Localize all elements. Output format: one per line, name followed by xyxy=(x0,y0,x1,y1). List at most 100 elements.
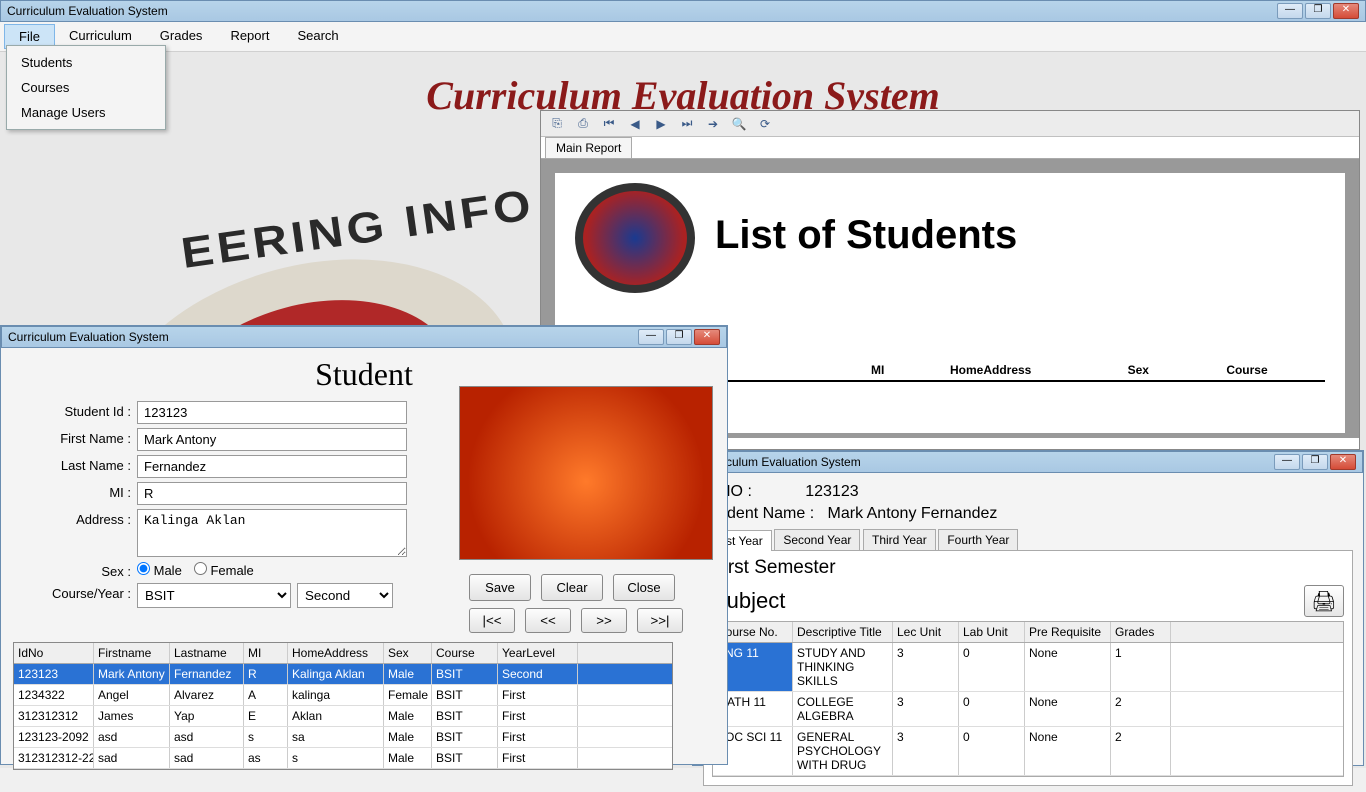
main-window-title: Curriculum Evaluation System xyxy=(7,4,168,18)
clear-button[interactable]: Clear xyxy=(541,574,603,601)
student-window: Curriculum Evaluation System — ❐ ✕ Stude… xyxy=(0,325,728,765)
label-last-name: Last Name : xyxy=(1,455,137,473)
student-titlebar: Curriculum Evaluation System — ❐ ✕ xyxy=(1,326,727,348)
table-row[interactable]: MATH 11COLLEGE ALGEBRA30None2 xyxy=(713,692,1343,727)
col-mi: MI xyxy=(871,363,950,377)
mi-field[interactable] xyxy=(137,482,407,505)
print-button[interactable]: 🖨 xyxy=(1304,585,1344,617)
find-icon[interactable]: 🔍 xyxy=(731,116,747,132)
hdr-course: Course xyxy=(432,643,498,663)
first-name-field[interactable] xyxy=(137,428,407,451)
student-id-field[interactable] xyxy=(137,401,407,424)
label-course-year: Course/Year : xyxy=(1,583,137,601)
sh-lab: Lab Unit xyxy=(959,622,1025,642)
hdr-mi: MI xyxy=(244,643,288,663)
col-sex: Sex xyxy=(1128,363,1227,377)
subject-window: Curriculum Evaluation System — ❐ ✕ IDNO … xyxy=(692,450,1364,766)
subject-close-button[interactable]: ✕ xyxy=(1330,454,1356,470)
student-maximize-button[interactable]: ❐ xyxy=(666,329,692,345)
menubar: File Curriculum Grades Report Search xyxy=(0,22,1366,52)
hdr-idno: IdNo xyxy=(14,643,94,663)
menu-courses[interactable]: Courses xyxy=(7,75,165,100)
save-button[interactable]: Save xyxy=(469,574,531,601)
label-sex: Sex : xyxy=(1,561,137,579)
table-row[interactable]: 312312312-22sadsadassMaleBSITFirst xyxy=(14,748,672,769)
report-logo xyxy=(575,183,695,293)
nav-next-icon[interactable]: ▶ xyxy=(653,116,669,132)
goto-icon[interactable]: ➔ xyxy=(705,116,721,132)
report-tab-main[interactable]: Main Report xyxy=(545,137,632,158)
table-row[interactable]: ENG 11STUDY AND THINKING SKILLS30None1 xyxy=(713,643,1343,692)
student-grid-header: IdNo Firstname Lastname MI HomeAddress S… xyxy=(14,643,672,664)
radio-male[interactable] xyxy=(137,562,150,575)
hdr-firstname: Firstname xyxy=(94,643,170,663)
table-row[interactable]: SOC SCI 11GENERAL PSYCHOLOGY WITH DRUG30… xyxy=(713,727,1343,776)
table-row[interactable]: 312312312JamesYapEAklanMaleBSITFirst xyxy=(14,706,672,727)
hdr-lastname: Lastname xyxy=(170,643,244,663)
hdr-sex: Sex xyxy=(384,643,432,663)
col-homeaddress: HomeAddress xyxy=(950,363,1128,377)
tab-second-year[interactable]: Second Year xyxy=(774,529,860,550)
nav-last-button[interactable]: >>| xyxy=(637,608,683,633)
maximize-button[interactable]: ❐ xyxy=(1305,3,1331,19)
student-photo xyxy=(459,386,713,560)
label-student-id: Student Id : xyxy=(1,401,137,419)
tab-fourth-year[interactable]: Fourth Year xyxy=(938,529,1018,550)
label-mi: MI : xyxy=(1,482,137,500)
subject-grid[interactable]: Course No. Descriptive Title Lec Unit La… xyxy=(712,621,1344,777)
label-first-name: First Name : xyxy=(1,428,137,446)
subject-maximize-button[interactable]: ❐ xyxy=(1302,454,1328,470)
tab-third-year[interactable]: Third Year xyxy=(863,529,936,550)
menu-students[interactable]: Students xyxy=(7,50,165,75)
sh-prereq: Pre Requisite xyxy=(1025,622,1111,642)
report-toolbar: ⎘ ⎙ ⏮ ◀ ▶ ⏭ ➔ 🔍 ⟳ xyxy=(541,111,1359,137)
refresh-icon[interactable]: ⟳ xyxy=(757,116,773,132)
main-titlebar: Curriculum Evaluation System — ❐ ✕ xyxy=(0,0,1366,22)
last-name-field[interactable] xyxy=(137,455,407,478)
radio-female-label: Female xyxy=(210,563,253,578)
radio-female[interactable] xyxy=(194,562,207,575)
student-close-button[interactable]: ✕ xyxy=(694,329,720,345)
student-minimize-button[interactable]: — xyxy=(638,329,664,345)
menu-manage-users[interactable]: Manage Users xyxy=(7,100,165,125)
student-grid[interactable]: IdNo Firstname Lastname MI HomeAddress S… xyxy=(13,642,673,770)
hdr-yearlevel: YearLevel xyxy=(498,643,578,663)
semester-box: First Semester Subject 🖨 Course No. Desc… xyxy=(703,551,1353,786)
sh-lec: Lec Unit xyxy=(893,622,959,642)
export-icon[interactable]: ⎘ xyxy=(549,116,565,132)
nav-last-icon[interactable]: ⏭ xyxy=(679,116,695,132)
menu-search[interactable]: Search xyxy=(283,24,352,49)
printer-icon: 🖨 xyxy=(1311,591,1336,613)
nav-prev-icon[interactable]: ◀ xyxy=(627,116,643,132)
subject-grid-header: Course No. Descriptive Title Lec Unit La… xyxy=(713,622,1343,643)
table-row[interactable]: 1234322AngelAlvarezAkalingaFemaleBSITFir… xyxy=(14,685,672,706)
year-tabs: First Year Second Year Third Year Fourth… xyxy=(703,529,1353,551)
nav-first-icon[interactable]: ⏮ xyxy=(601,116,617,132)
nav-next-button[interactable]: >> xyxy=(581,608,627,633)
print-icon[interactable]: ⎙ xyxy=(575,116,591,132)
radio-male-label: Male xyxy=(154,563,182,578)
hdr-homeaddress: HomeAddress xyxy=(288,643,384,663)
sh-grades: Grades xyxy=(1111,622,1171,642)
student-name-value: Mark Antony Fernandez xyxy=(828,505,998,522)
label-address: Address : xyxy=(1,509,137,527)
subject-minimize-button[interactable]: — xyxy=(1274,454,1300,470)
nav-first-button[interactable]: |<< xyxy=(469,608,515,633)
menu-report[interactable]: Report xyxy=(216,24,283,49)
semester-title: First Semester xyxy=(712,555,1344,585)
year-combo[interactable]: Second xyxy=(297,583,393,608)
student-window-title: Curriculum Evaluation System xyxy=(8,330,169,344)
subject-titlebar: Curriculum Evaluation System — ❐ ✕ xyxy=(693,451,1363,473)
address-field[interactable]: Kalinga Aklan xyxy=(137,509,407,557)
table-row[interactable]: 123123-2092asdasdssaMaleBSITFirst xyxy=(14,727,672,748)
file-dropdown: Students Courses Manage Users xyxy=(6,45,166,130)
course-combo[interactable]: BSIT xyxy=(137,583,291,608)
col-course: Course xyxy=(1226,363,1325,377)
sh-title: Descriptive Title xyxy=(793,622,893,642)
nav-prev-button[interactable]: << xyxy=(525,608,571,633)
close-form-button[interactable]: Close xyxy=(613,574,675,601)
table-row[interactable]: 123123Mark AntonyFernandezRKalinga Aklan… xyxy=(14,664,672,685)
minimize-button[interactable]: — xyxy=(1277,3,1303,19)
close-button[interactable]: ✕ xyxy=(1333,3,1359,19)
idno-value: 123123 xyxy=(805,483,858,500)
